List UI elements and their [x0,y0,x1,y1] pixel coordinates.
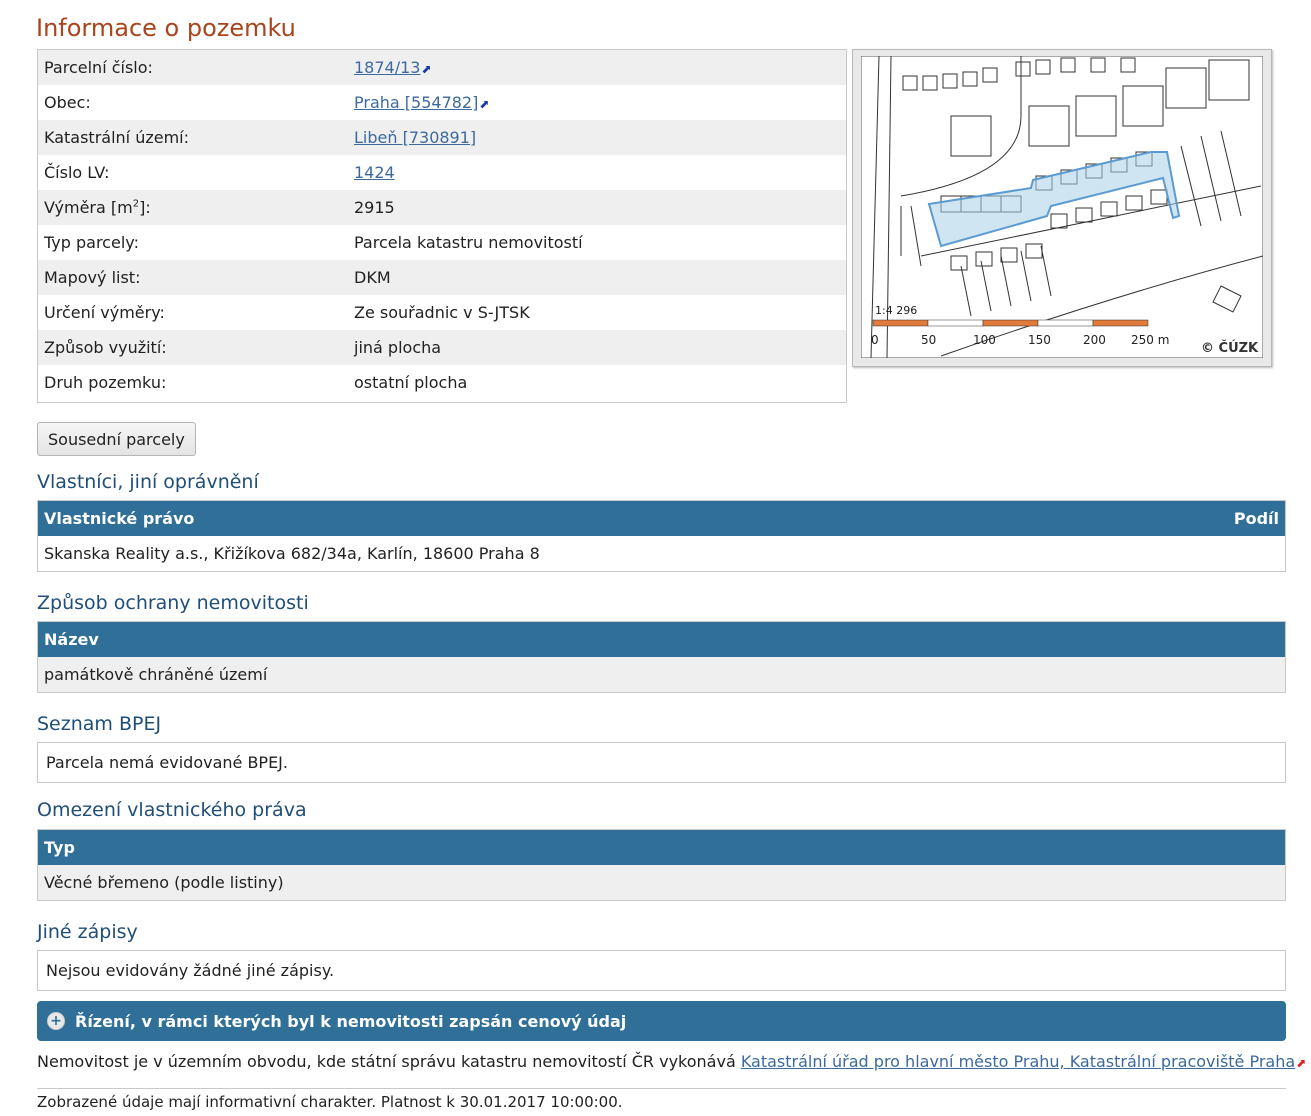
bpej-section-title: Seznam BPEJ [37,713,162,735]
info-value: 2915 [354,198,395,217]
price-proceedings-toggle[interactable]: + Řízení, v rámci kterých byl k nemovito… [37,1001,1286,1041]
info-label: Obec: [44,93,91,112]
info-label: Výměra [m2]: [44,198,151,217]
info-row-lv-number: Číslo LV: 1424 [38,155,846,190]
info-value: Ze souřadnic v S-JTSK [354,303,530,322]
info-label: Mapový list: [44,268,141,287]
restrictions-section-title: Omezení vlastnického práva [37,799,307,821]
owners-table: Vlastnické právo Podíl Skanska Reality a… [37,500,1286,572]
info-label: Způsob využití: [44,338,167,357]
protection-table-header: Název [38,622,1285,657]
parcel-number-link[interactable]: 1874/13 [354,58,420,77]
info-value: DKM [354,268,391,287]
bpej-note: Parcela nemá evidované BPEJ. [37,742,1286,783]
validity-note: Zobrazené údaje mají informativní charak… [37,1093,623,1111]
expand-plus-icon[interactable]: + [47,1012,65,1030]
svg-text:1:4 296: 1:4 296 [875,304,917,317]
column-header-share: Podíl [1233,509,1279,528]
info-label: Druh pozemku: [44,373,167,392]
svg-text:200: 200 [1083,333,1106,347]
info-row-area-determination: Určení výměry: Ze souřadnic v S-JTSK [38,295,846,330]
external-link-icon[interactable]: ⬈ [1296,1056,1306,1070]
info-row-parcel-type: Typ parcely: Parcela katastru nemovitost… [38,225,846,260]
info-value: Parcela katastru nemovitostí [354,233,583,252]
external-link-icon[interactable]: ⬈ [479,97,489,111]
parcel-info-table: Parcelní číslo: 1874/13⬈ Obec: Praha [55… [37,49,847,403]
info-row-usage: Způsob využití: jiná plocha [38,330,846,365]
external-link-icon[interactable]: ⬈ [421,62,431,76]
cadastral-office-link[interactable]: Katastrální úřad pro hlavní město Prahu,… [741,1052,1295,1071]
svg-text:150: 150 [1028,333,1051,347]
info-row-land-type: Druh pozemku: ostatní plocha [38,365,846,400]
info-row-parcel-number: Parcelní číslo: 1874/13⬈ [38,50,846,85]
table-row: Skanska Reality a.s., Křižíkova 682/34a,… [44,544,540,563]
info-row-cadastral-area: Katastrální území: Libeň [730891] [38,120,846,155]
table-row: Věcné břemeno (podle listiny) [38,865,1285,900]
owners-section-title: Vlastníci, jiní oprávnění [37,471,259,493]
neighbor-parcels-button[interactable]: Sousední parcely [37,422,196,456]
svg-text:100: 100 [973,333,996,347]
info-row-area: Výměra [m2]: 2915 [38,190,846,225]
column-header-ownership: Vlastnické právo [44,509,195,528]
jurisdiction-note: Nemovitost je v územním obvodu, kde stát… [37,1052,1307,1071]
svg-text:0: 0 [871,333,879,347]
info-label: Typ parcely: [44,233,139,252]
info-value: jiná plocha [354,338,442,357]
lv-number-link[interactable]: 1424 [354,163,395,182]
svg-text:© ČÚZK: © ČÚZK [1201,340,1259,356]
info-label: Parcelní číslo: [44,58,153,77]
restrictions-table: Typ Věcné břemeno (podle listiny) [37,829,1286,901]
municipality-link[interactable]: Praha [554782] [354,93,478,112]
other-records-section-title: Jiné zápisy [37,921,138,943]
info-value: ostatní plocha [354,373,468,392]
svg-text:50: 50 [921,333,936,347]
price-proceedings-label: Řízení, v rámci kterých byl k nemovitost… [75,1011,627,1031]
parcel-map-thumbnail[interactable]: 1:4 296 0 50 100 150 200 250 m © ČÚZK [852,49,1272,367]
restrictions-table-header: Typ [38,830,1285,865]
other-records-note: Nejsou evidovány žádné jiné zápisy. [37,950,1286,991]
info-label: Číslo LV: [44,163,110,182]
info-row-municipality: Obec: Praha [554782]⬈ [38,85,846,120]
column-header-name: Název [44,630,99,649]
protection-table: Název památkově chráněné území [37,621,1286,693]
svg-text:250 m: 250 m [1131,333,1169,347]
info-label: Určení výměry: [44,303,165,322]
table-row: památkově chráněné území [38,657,1285,692]
info-row-map-sheet: Mapový list: DKM [38,260,846,295]
footer-divider [37,1088,1286,1089]
info-label: Katastrální území: [44,128,190,147]
cadastral-area-link[interactable]: Libeň [730891] [354,128,476,147]
column-header-type: Typ [44,838,75,857]
owners-table-header: Vlastnické právo Podíl [38,501,1285,536]
cadastral-map: 1:4 296 0 50 100 150 200 250 m © ČÚZK [861,56,1263,358]
protection-section-title: Způsob ochrany nemovitosti [37,592,309,614]
page-title: Informace o pozemku [36,14,296,42]
